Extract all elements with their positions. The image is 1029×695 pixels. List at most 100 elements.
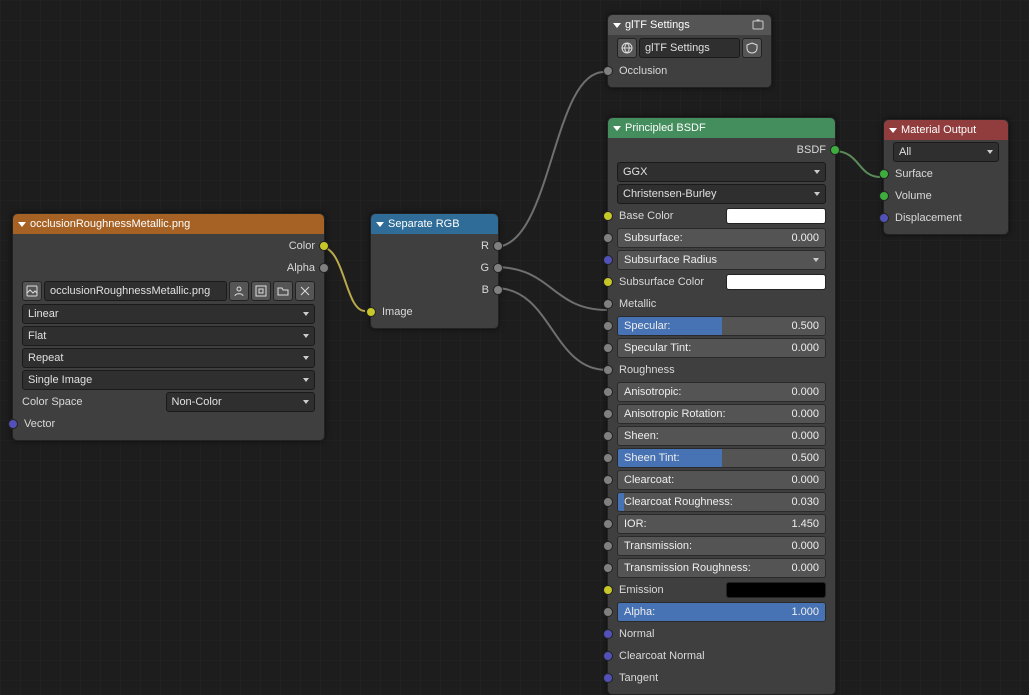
node-image-texture[interactable]: occlusionRoughnessMetallic.png Color Alp…	[12, 213, 325, 441]
socket-subsurfaceradius[interactable]	[603, 255, 613, 265]
socket-sheen[interactable]	[603, 431, 613, 441]
projection-select[interactable]: Flat	[22, 326, 315, 346]
frame-mode-select[interactable]: Single Image	[22, 370, 315, 390]
slider-subsurfaceradius[interactable]: Subsurface Radius	[617, 250, 826, 270]
socket-vector[interactable]	[8, 419, 18, 429]
chevron-down-icon	[814, 170, 820, 174]
socket-emission[interactable]	[603, 585, 613, 595]
slider-speculartint[interactable]: Specular Tint:0.000	[617, 338, 826, 358]
socket-roughness[interactable]	[603, 365, 613, 375]
socket-subsurfacecolor[interactable]	[603, 277, 613, 287]
slider-alpha[interactable]: Alpha:1.000	[617, 602, 826, 622]
socket-clearcoat[interactable]	[603, 475, 613, 485]
socket-alpha[interactable]	[319, 263, 329, 273]
slider-clearcoatroughness[interactable]: Clearcoat Roughness:0.030	[617, 492, 826, 512]
collapse-icon[interactable]	[613, 126, 621, 131]
fake-user-icon[interactable]	[251, 281, 271, 301]
socket-metallic[interactable]	[603, 299, 613, 309]
image-selector[interactable]: occlusionRoughnessMetallic.png	[22, 280, 315, 302]
collapse-icon[interactable]	[613, 23, 621, 28]
socket-b[interactable]	[493, 285, 503, 295]
node-title: occlusionRoughnessMetallic.png	[30, 218, 190, 230]
users-icon[interactable]	[229, 281, 249, 301]
node-header[interactable]: glTF Settings	[608, 15, 771, 35]
socket-base-color[interactable]	[603, 211, 613, 221]
socket-clearcoatroughness[interactable]	[603, 497, 613, 507]
sss-method-select[interactable]: Christensen-Burley	[617, 184, 826, 204]
chevron-down-icon	[303, 356, 309, 360]
socket-tangent[interactable]	[603, 673, 613, 683]
input-volume: Volume	[893, 190, 932, 202]
socket-volume[interactable]	[879, 191, 889, 201]
socket-subsurface[interactable]	[603, 233, 613, 243]
slider-transmission[interactable]: Transmission:0.000	[617, 536, 826, 556]
collapse-icon[interactable]	[889, 128, 897, 133]
chevron-down-icon	[303, 312, 309, 316]
node-header[interactable]: Separate RGB	[371, 214, 498, 234]
target-select[interactable]: All	[893, 142, 999, 162]
node-header[interactable]: Principled BSDF	[608, 118, 835, 138]
node-header[interactable]: occlusionRoughnessMetallic.png	[13, 214, 324, 234]
slider-anisotropicrotation[interactable]: Anisotropic Rotation:0.000	[617, 404, 826, 424]
input-displacement: Displacement	[893, 212, 962, 224]
node-title: Separate RGB	[388, 218, 460, 230]
socket-anisotropic[interactable]	[603, 387, 613, 397]
socket-occlusion[interactable]	[603, 66, 613, 76]
socket-color[interactable]	[319, 241, 329, 251]
node-separate-rgb[interactable]: Separate RGB R G B Image	[370, 213, 499, 329]
socket-ior[interactable]	[603, 519, 613, 529]
socket-specular[interactable]	[603, 321, 613, 331]
node-material-output[interactable]: Material Output All Surface Volume Displ…	[883, 119, 1009, 235]
collapse-icon[interactable]	[376, 222, 384, 227]
node-header[interactable]: Material Output	[884, 120, 1008, 140]
node-gltf-settings[interactable]: glTF Settings glTF Settings Occlusion	[607, 14, 772, 88]
output-bsdf: BSDF	[797, 144, 826, 156]
interpolation-select[interactable]: Linear	[22, 304, 315, 324]
collapse-icon[interactable]	[18, 222, 26, 227]
label-param: Tangent	[617, 672, 658, 684]
socket-image-in[interactable]	[366, 307, 376, 317]
label-base-color: Base Color	[617, 210, 720, 222]
socket-sheentint[interactable]	[603, 453, 613, 463]
unlink-icon[interactable]	[295, 281, 315, 301]
edit-group-icon[interactable]	[750, 17, 766, 33]
nodegroup-selector[interactable]: glTF Settings	[617, 37, 762, 59]
color-space-label: Color Space	[22, 396, 160, 408]
socket-clearcoatnormal[interactable]	[603, 651, 613, 661]
slider-specular[interactable]: Specular:0.500	[617, 316, 826, 336]
slider-sheen[interactable]: Sheen:0.000	[617, 426, 826, 446]
input-vector: Vector	[22, 418, 55, 430]
socket-alpha[interactable]	[603, 607, 613, 617]
shield-icon[interactable]	[742, 38, 762, 58]
socket-transmission[interactable]	[603, 541, 613, 551]
socket-anisotropicrotation[interactable]	[603, 409, 613, 419]
socket-surface[interactable]	[879, 169, 889, 179]
slider-subsurface[interactable]: Subsurface:0.000	[617, 228, 826, 248]
slider-transmissionroughness[interactable]: Transmission Roughness:0.000	[617, 558, 826, 578]
slider-clearcoat[interactable]: Clearcoat:0.000	[617, 470, 826, 490]
distribution-select[interactable]: GGX	[617, 162, 826, 182]
socket-speculartint[interactable]	[603, 343, 613, 353]
swatch[interactable]	[726, 582, 826, 598]
socket-normal[interactable]	[603, 629, 613, 639]
label-param: Subsurface Color	[617, 276, 726, 288]
swatch[interactable]	[726, 274, 826, 290]
extension-select[interactable]: Repeat	[22, 348, 315, 368]
open-icon[interactable]	[273, 281, 293, 301]
socket-bsdf[interactable]	[830, 145, 840, 155]
slider-sheentint[interactable]: Sheen Tint:0.500	[617, 448, 826, 468]
image-icon[interactable]	[22, 281, 42, 301]
socket-g[interactable]	[493, 263, 503, 273]
socket-r[interactable]	[493, 241, 503, 251]
swatch-base-color[interactable]	[726, 208, 826, 224]
label-param: Roughness	[617, 364, 675, 376]
slider-anisotropic[interactable]: Anisotropic:0.000	[617, 382, 826, 402]
slider-ior[interactable]: IOR:1.450	[617, 514, 826, 534]
color-space-select[interactable]: Non-Color	[166, 392, 316, 412]
node-principled-bsdf[interactable]: Principled BSDF BSDF GGX Christensen-Bur…	[607, 117, 836, 695]
label-param: Emission	[617, 584, 726, 596]
socket-displacement[interactable]	[879, 213, 889, 223]
output-b: B	[482, 284, 489, 296]
socket-transmissionroughness[interactable]	[603, 563, 613, 573]
world-icon[interactable]	[617, 38, 637, 58]
